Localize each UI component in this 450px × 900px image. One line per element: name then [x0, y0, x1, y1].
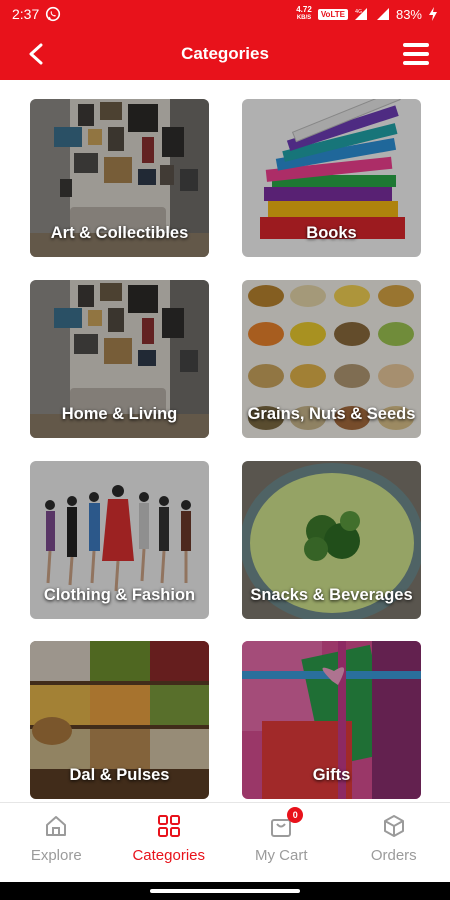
category-grains-nuts-seeds[interactable]: Grains, Nuts & Seeds — [242, 280, 421, 438]
nav-orders[interactable]: Orders — [338, 803, 450, 882]
bottom-navigation: Explore Categories 0 My Cart Orders — [0, 802, 450, 882]
category-label: Dal & Pulses — [69, 766, 170, 784]
back-arrow-icon — [29, 43, 43, 65]
package-icon — [383, 815, 404, 837]
signal-icon — [376, 8, 389, 20]
category-art-collectibles[interactable]: Art & Collectibles — [30, 99, 209, 257]
nav-explore-label: Explore — [30, 847, 82, 864]
status-bar: 2:37 4.72 KB/S VoLTE 4G 83% — [0, 0, 450, 28]
category-snacks-beverages[interactable]: Snacks & Beverages — [242, 461, 421, 619]
nav-explore[interactable]: Explore — [0, 803, 113, 882]
category-label: Art & Collectibles — [50, 224, 189, 242]
volte-badge: VoLTE — [317, 8, 348, 20]
category-grid: Art & Collectibles Books Home & Living G… — [0, 80, 450, 800]
nav-categories-label: Categories — [132, 847, 206, 864]
category-label: Books — [306, 224, 357, 242]
battery-percent: 83% — [395, 6, 422, 22]
category-label: Grains, Nuts & Seeds — [247, 405, 416, 423]
home-gesture-handle[interactable] — [150, 889, 300, 893]
battery-charging-icon — [429, 7, 437, 21]
nav-cart[interactable]: 0 My Cart — [225, 803, 338, 882]
menu-button[interactable] — [402, 41, 430, 67]
category-dal-pulses[interactable]: Dal & Pulses — [30, 641, 209, 799]
nav-categories[interactable]: Categories — [113, 803, 226, 882]
net-speed-unit: KB/S — [296, 15, 312, 21]
hamburger-icon — [403, 43, 429, 47]
category-label: Snacks & Beverages — [250, 586, 413, 604]
back-button[interactable] — [22, 40, 50, 68]
whatsapp-icon — [46, 6, 61, 22]
nav-cart-label: My Cart — [255, 847, 308, 864]
category-label: Home & Living — [61, 405, 178, 423]
category-home-living[interactable]: Home & Living — [30, 280, 209, 438]
clock: 2:37 — [12, 6, 40, 22]
cart-icon-wrap: 0 — [268, 807, 304, 839]
category-clothing-fashion[interactable]: Clothing & Fashion — [30, 461, 209, 619]
cart-count-badge: 0 — [287, 807, 304, 823]
signal-4g-icon: 4G — [354, 8, 367, 20]
nav-orders-label: Orders — [370, 847, 417, 864]
page-title: Categories — [181, 44, 269, 63]
category-gifts[interactable]: Gifts — [242, 641, 421, 799]
category-books[interactable]: Books — [242, 99, 421, 257]
home-icon — [46, 816, 67, 836]
grid-icon — [157, 815, 180, 837]
net-speed-value: 4.72 — [296, 5, 312, 14]
system-gesture-bar — [0, 882, 450, 900]
app-bar: Categories — [0, 28, 450, 80]
category-label: Gifts — [312, 766, 351, 784]
category-label: Clothing & Fashion — [43, 586, 196, 604]
svg-text:4G: 4G — [355, 9, 362, 15]
